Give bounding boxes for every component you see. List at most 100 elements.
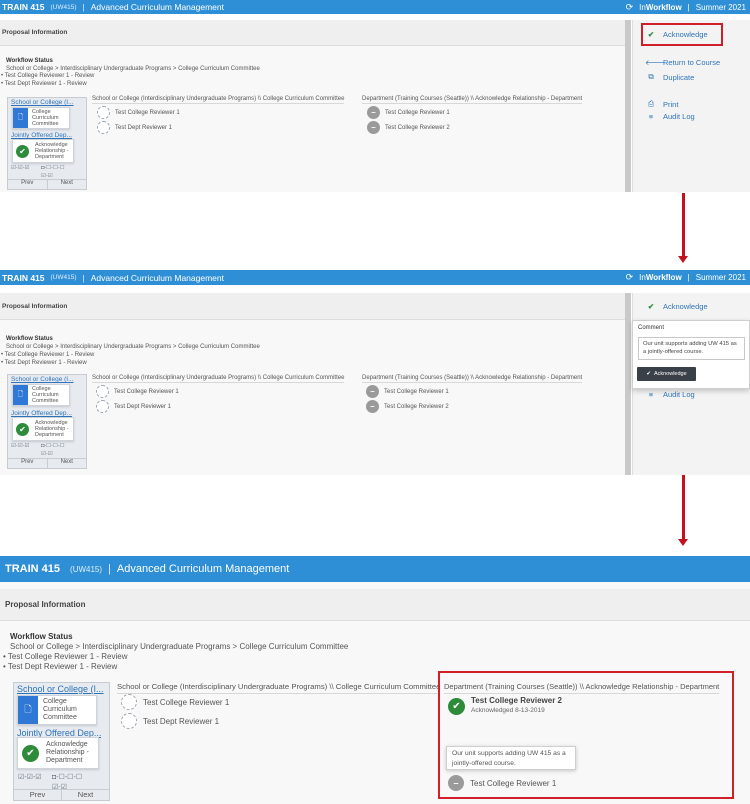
audit-log-action[interactable]: ≡ Audit Log <box>645 390 695 399</box>
thumbnail-node-2[interactable]: ✔ Acknowledge Relationship - Department <box>12 417 74 441</box>
prev-button[interactable]: Prev <box>8 459 47 468</box>
check-icon: ✔ <box>647 302 655 311</box>
reviewer-name: Test College Reviewer 1 <box>385 109 450 116</box>
school-column-header: School or College (Interdisciplinary Und… <box>92 96 345 104</box>
thumbnail-title-1[interactable]: School or College (I... <box>11 376 74 383</box>
workflow-status: Workflow Status School or College > Inte… <box>6 335 260 351</box>
reviewer-name: Test Dept Reviewer 1 <box>114 403 172 410</box>
workflow-bullets: Test College Reviewer 1 - Review Test De… <box>1 73 95 89</box>
audit-log-label: Audit Log <box>663 390 695 399</box>
scrollbar[interactable] <box>625 20 631 192</box>
reviewer-item: Test Dept Reviewer 1 <box>96 400 171 413</box>
workflow-bullet: Test College Reviewer 1 - Review <box>3 652 128 662</box>
reviewer-item: Test Dept Reviewer 1 <box>121 713 219 729</box>
refresh-icon[interactable]: ⟳ <box>626 2 634 13</box>
thumbnail-title-1[interactable]: School or College (I... <box>11 99 74 106</box>
acknowledge-button-label: Acknowledge <box>653 371 687 377</box>
reviewer-name: Test College Reviewer 1 <box>114 388 179 395</box>
flow-arrow <box>682 193 685 257</box>
workflow-thumbnail[interactable]: School or College (I... 🗋 College Curric… <box>13 682 110 801</box>
node-label: Acknowledge Relationship - Department <box>46 740 89 765</box>
comment-label: Comment <box>638 325 665 331</box>
mini-steps-b: ◘-☐-☐-☐ <box>52 774 83 781</box>
workflow-status: Workflow Status School or College > Inte… <box>10 632 348 652</box>
reviewer-item: – Test College Reviewer 2 <box>367 121 450 134</box>
reviewer-name: Test College Reviewer 1 <box>143 697 230 707</box>
flow-arrowhead <box>678 256 688 263</box>
course-subcode: (UW415) <box>50 274 77 281</box>
workflow-bullet: Test Dept Reviewer 1 - Review <box>1 81 94 89</box>
print-label: Print <box>663 99 679 109</box>
thumbnail-title-2[interactable]: Jointly Offered Dep... <box>11 410 72 417</box>
thumbnail-node-1[interactable]: 🗋 College Curriculum Committee <box>17 695 97 725</box>
term-label[interactable]: Summer 2021 <box>696 3 746 12</box>
workflow-path: School or College > Interdisciplinary Un… <box>6 344 260 350</box>
section-header: Proposal Information <box>0 293 625 320</box>
return-to-course-action[interactable]: 🡐 Return to Course <box>645 58 720 67</box>
thumbnail-node-1[interactable]: 🗋 College Curriculum Committee <box>12 107 70 129</box>
workflow-title: Workflow Status <box>10 632 73 641</box>
title-separator: | <box>82 272 85 283</box>
brand-name: Workflow <box>645 273 682 282</box>
main-area: Proposal Information Workflow Status Sch… <box>0 293 625 475</box>
term-label[interactable]: Summer 2021 <box>696 273 746 282</box>
flow-arrowhead <box>678 539 688 546</box>
app-title: Advanced Curriculum Management <box>90 2 224 12</box>
workflow-thumbnail[interactable]: School or College (I... 🗋 College Curric… <box>7 374 87 469</box>
acknowledge-action[interactable]: ✔ Acknowledge <box>645 302 708 311</box>
duplicate-action[interactable]: ⧉ Duplicate <box>645 72 694 82</box>
print-action[interactable]: ⎙ Print <box>645 99 678 109</box>
refresh-icon[interactable]: ⟳ <box>626 272 634 283</box>
check-icon: ✔ <box>16 144 29 158</box>
prev-button[interactable]: Prev <box>8 180 47 189</box>
print-icon: ⎙ <box>648 99 654 108</box>
thumbnail-title-2[interactable]: Jointly Offered Dep... <box>11 132 72 139</box>
next-button[interactable]: Next <box>61 790 109 800</box>
dept-column-header: Department (Training Courses (Seattle)) … <box>362 375 583 383</box>
pending-circle <box>97 121 110 134</box>
workflow-bullets: Test College Reviewer 1 - Review Test De… <box>1 351 95 367</box>
top-right: ⟳ In Workflow | Summer 2021 <box>626 270 746 285</box>
thumbnail-title-1[interactable]: School or College (I... <box>17 684 104 694</box>
workflow-bullet: Test College Reviewer 1 - Review <box>1 351 95 359</box>
workflow-bullet: Test College Reviewer 1 - Review <box>1 73 95 81</box>
prev-button[interactable]: Prev <box>14 790 61 800</box>
top-bar: TRAIN 415 (UW415) | Advanced Curriculum … <box>0 0 750 14</box>
top-right: ⟳ In Workflow | Summer 2021 <box>626 0 746 14</box>
minus-icon: – <box>367 106 380 119</box>
brand-name: Workflow <box>645 2 682 12</box>
panel-3: TRAIN 415 (UW415) | Advanced Curriculum … <box>0 556 750 804</box>
next-button[interactable]: Next <box>46 459 87 468</box>
next-button[interactable]: Next <box>46 180 87 189</box>
brand-separator: | <box>687 2 690 12</box>
comment-textarea[interactable]: Our unit supports adding UW 415 as a joi… <box>638 337 745 360</box>
acknowledge-submit-button[interactable]: ✔ Acknowledge <box>637 367 696 381</box>
top-bar: TRAIN 415 (UW415) | Advanced Curriculum … <box>0 270 750 285</box>
mini-steps-c: ☑-☑ <box>41 451 53 457</box>
return-label: Return to Course <box>663 58 721 67</box>
node-label: Acknowledge Relationship - Department <box>35 141 69 161</box>
thumbnail-pager: Prev Next <box>8 179 86 189</box>
audit-log-action[interactable]: ≡ Audit Log <box>645 112 695 121</box>
mini-steps-a: ☑-☑-☑ <box>18 774 42 781</box>
highlight-box <box>641 23 723 46</box>
thumbnail-node-2[interactable]: ✔ Acknowledge Relationship - Department <box>12 139 74 163</box>
reviewer-item: Test College Reviewer 1 <box>97 106 180 119</box>
scrollbar[interactable] <box>625 293 631 475</box>
course-subcode: (UW415) <box>70 564 103 574</box>
workflow-bullets: Test College Reviewer 1 - Review Test De… <box>3 652 128 672</box>
panel-1: TRAIN 415 (UW415) | Advanced Curriculum … <box>0 0 750 192</box>
workflow-title: Workflow Status <box>6 336 53 342</box>
pending-circle <box>97 106 110 119</box>
workflow-path: School or College > Interdisciplinary Un… <box>6 65 260 72</box>
dept-column-header: Department (Training Courses (Seattle)) … <box>362 96 583 104</box>
thumbnail-node-1[interactable]: 🗋 College Curriculum Committee <box>12 384 70 406</box>
section-title: Proposal Information <box>5 600 86 609</box>
workflow-thumbnail[interactable]: School or College (I... 🗋 College Curric… <box>7 97 87 190</box>
pending-circle <box>121 713 137 729</box>
brand-prefix: In <box>639 2 646 12</box>
thumbnail-node-2[interactable]: ✔ Acknowledge Relationship - Department <box>17 737 99 769</box>
school-column-header: School or College (Interdisciplinary Und… <box>92 375 345 383</box>
reviewer-item: Test Dept Reviewer 1 <box>97 121 172 134</box>
reviewer-name: Test Dept Reviewer 1 <box>115 124 173 131</box>
